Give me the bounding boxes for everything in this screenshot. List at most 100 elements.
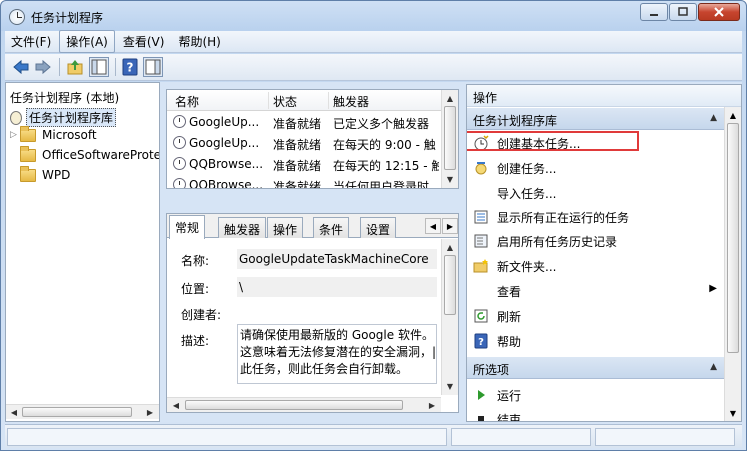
scroll-thumb[interactable] — [727, 123, 739, 353]
details-horizontal-scrollbar[interactable]: ◀ ▶ — [167, 397, 441, 412]
section-header-library[interactable]: 任务计划程序库 ▲ — [467, 108, 725, 130]
task-clock-icon — [173, 136, 186, 149]
maximize-icon — [678, 7, 688, 16]
tab-settings[interactable]: 设置 — [360, 217, 397, 238]
submenu-arrow-icon: ▶ — [709, 283, 717, 294]
forward-button[interactable] — [33, 57, 53, 77]
section-header-selected[interactable]: 所选项 ▲ — [467, 357, 725, 379]
scroll-left-icon[interactable]: ◀ — [169, 399, 183, 411]
action-run[interactable]: 运行 — [467, 383, 725, 407]
task-trigger: 已定义多个触发器 — [333, 117, 430, 131]
tab-scroll-left-icon[interactable]: ◀ — [425, 218, 441, 234]
column-header-name[interactable]: 名称 — [175, 93, 199, 110]
collapse-up-icon[interactable]: ▲ — [710, 113, 717, 123]
scroll-down-icon[interactable]: ▼ — [444, 379, 456, 393]
tab-general[interactable]: 常规 — [169, 215, 206, 239]
scroll-down-icon[interactable]: ▼ — [727, 406, 739, 420]
back-button[interactable] — [11, 57, 31, 77]
name-value[interactable]: GoogleUpdateTaskMachineCore — [237, 249, 437, 269]
tab-scroll-right-icon[interactable]: ▶ — [442, 218, 458, 234]
description-line: 此任务，则此任务会自行卸载。 — [240, 362, 409, 376]
column-header-status[interactable]: 状态 — [273, 93, 297, 110]
expand-arrow-icon[interactable]: ▷ — [10, 130, 18, 140]
action-refresh[interactable]: 刷新 — [467, 304, 725, 328]
tree-item-label: 任务计划程序库 — [26, 108, 117, 127]
show-hide-action-pane-button[interactable] — [143, 57, 163, 77]
action-create-task[interactable]: 创建任务... — [467, 156, 725, 180]
running-tasks-icon — [474, 210, 488, 224]
scroll-thumb[interactable] — [444, 106, 456, 170]
forward-arrow-icon — [35, 59, 51, 75]
task-row[interactable]: QQBrowse... 准备就绪 当任何用户登录时 — [167, 175, 442, 189]
collapse-up-icon[interactable]: ▲ — [710, 362, 717, 372]
caption-buttons — [640, 3, 740, 21]
action-view[interactable]: 查看 ▶ — [467, 279, 725, 303]
task-list-header: 名称 状态 触发器 — [167, 90, 442, 111]
up-button[interactable] — [65, 57, 85, 77]
actions-pane-title: 操作 — [467, 85, 741, 107]
tree-horizontal-scrollbar[interactable]: ◀ ▶ — [6, 404, 159, 419]
minimize-button[interactable] — [640, 3, 668, 21]
task-name: QQBrowse... — [189, 178, 264, 189]
scroll-up-icon[interactable]: ▲ — [727, 108, 739, 122]
task-row[interactable]: GoogleUp... 准备就绪 在每天的 9:00 - 触 — [167, 133, 442, 154]
task-status: 准备就绪 — [273, 180, 322, 189]
menu-action[interactable]: 操作(A) — [59, 30, 115, 53]
tree-item-officesoftwareprotection[interactable]: OfficeSoftwareProte — [20, 145, 159, 162]
task-list-vertical-scrollbar[interactable]: ▲ ▼ — [441, 90, 458, 188]
tree-item-wpd[interactable]: WPD — [20, 165, 70, 182]
column-divider[interactable] — [328, 92, 329, 109]
scroll-right-icon[interactable]: ▶ — [425, 399, 439, 411]
scroll-thumb[interactable] — [185, 400, 403, 410]
tab-scroll-arrows: ◀ ▶ — [425, 218, 458, 234]
menu-file[interactable]: 文件(F) — [5, 31, 57, 52]
app-window: 任务计划程序 文件(F) 操作(A) 查看(V) 帮助(H) ? 任务计划程序 … — [0, 0, 747, 451]
details-vertical-scrollbar[interactable]: ▲ ▼ — [441, 239, 458, 395]
action-show-running-tasks[interactable]: 显示所有正在运行的任务 — [467, 205, 725, 229]
location-value[interactable]: \ — [237, 277, 437, 297]
tree-root-local[interactable]: 任务计划程序 (本地) — [10, 89, 119, 106]
help-toolbar-button[interactable]: ? — [120, 57, 140, 77]
title-bar: 任务计划程序 — [1, 1, 746, 31]
tab-conditions[interactable]: 条件 — [313, 217, 350, 238]
actions-vertical-scrollbar[interactable]: ▲ ▼ — [724, 107, 741, 421]
show-hide-tree-button[interactable] — [89, 57, 109, 77]
scroll-thumb[interactable] — [444, 255, 456, 315]
tab-actions[interactable]: 操作 — [267, 217, 304, 238]
maximize-button[interactable] — [669, 3, 697, 21]
action-create-basic-task[interactable]: 创建基本任务... — [467, 131, 725, 155]
scroll-thumb[interactable] — [22, 407, 132, 417]
task-name-cell: GoogleUp... — [173, 136, 267, 150]
column-header-trigger[interactable]: 触发器 — [333, 93, 369, 110]
column-divider[interactable] — [268, 92, 269, 109]
action-import-task[interactable]: 导入任务... — [467, 181, 725, 205]
back-arrow-icon — [13, 59, 29, 75]
scroll-left-icon[interactable]: ◀ — [7, 406, 21, 418]
close-button[interactable] — [698, 3, 740, 21]
menu-view[interactable]: 查看(V) — [117, 31, 171, 52]
task-trigger: 在每天的 12:15 - 触 — [333, 159, 439, 173]
action-new-folder[interactable]: 新文件夹... — [467, 254, 725, 278]
action-label: 查看 — [497, 285, 522, 299]
description-textbox[interactable]: 请确保使用最新版的 Google 软件。 这意味着无法修复潜在的安全漏洞，| 此… — [237, 324, 437, 384]
action-help[interactable]: ? 帮助 — [467, 329, 725, 353]
scroll-right-icon[interactable]: ▶ — [143, 406, 157, 418]
folder-icon — [20, 145, 36, 162]
task-row[interactable]: QQBrowse... 准备就绪 在每天的 12:15 - 触 — [167, 154, 442, 175]
task-name-cell: GoogleUp... — [173, 115, 267, 129]
task-details-pane: 常规 触发器 操作 条件 设置 ◀ ▶ 名称: GoogleUpdateTask… — [166, 213, 459, 413]
task-row[interactable]: GoogleUp... 准备就绪 已定义多个触发器 — [167, 112, 442, 133]
scroll-down-icon[interactable]: ▼ — [444, 172, 456, 186]
task-name: GoogleUp... — [189, 115, 260, 129]
scroll-up-icon[interactable]: ▲ — [444, 240, 456, 254]
tab-triggers[interactable]: 触发器 — [218, 217, 267, 238]
scroll-up-icon[interactable]: ▲ — [444, 91, 456, 105]
window-title: 任务计划程序 — [31, 11, 104, 25]
action-enable-history[interactable]: 启用所有任务历史记录 — [467, 229, 725, 253]
menu-help[interactable]: 帮助(H) — [172, 31, 226, 52]
tree-item-microsoft[interactable]: ▷ Microsoft — [10, 125, 97, 142]
task-trigger: 当任何用户登录时 — [333, 180, 430, 189]
tree-item-library[interactable]: 任务计划程序库 — [10, 108, 117, 127]
action-end[interactable]: 结束 — [467, 407, 725, 421]
action-label: 刷新 — [497, 310, 522, 324]
